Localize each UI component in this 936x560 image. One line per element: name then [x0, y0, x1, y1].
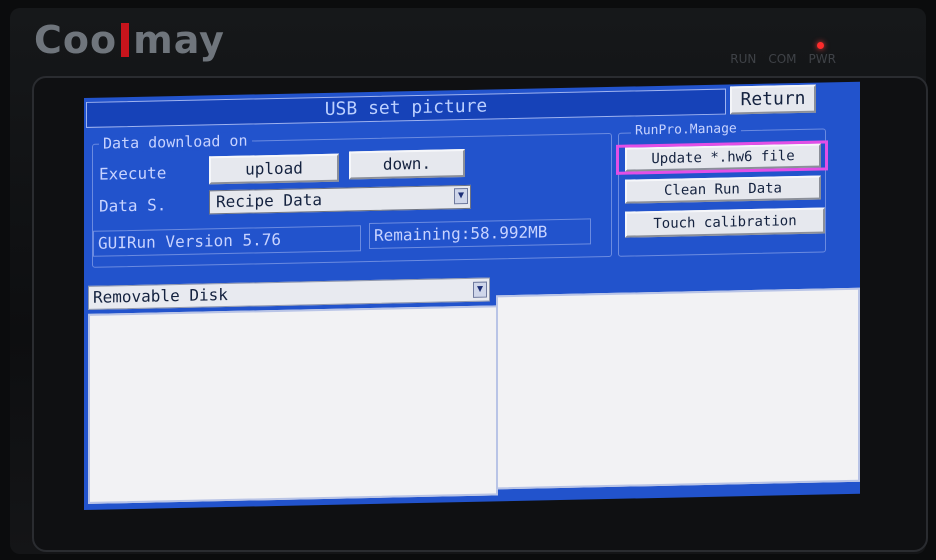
return-button[interactable]: Return	[730, 84, 816, 115]
pwr-led-icon	[816, 42, 824, 49]
hmi-screen: USB set picture Return Data download on …	[84, 81, 860, 510]
brand-right-text: may	[133, 18, 225, 62]
runpro-manage-group: RunPro.Manage Update *.hw6 file Clean Ru…	[618, 121, 826, 257]
led-pwr: PWR	[808, 42, 836, 66]
update-hw6-button[interactable]: Update *.hw6 file	[625, 143, 821, 172]
status-leds: RUN COM PWR	[730, 42, 836, 66]
data-download-group: Data download on Execute upload down. Da…	[92, 131, 612, 268]
led-run-label: RUN	[730, 52, 757, 66]
touch-calibration-button[interactable]: Touch calibration	[625, 207, 825, 238]
execute-label: Execute	[99, 163, 167, 184]
brand-logo: Coo may	[34, 18, 225, 62]
data-source-label: Data S.	[99, 195, 167, 216]
down-button[interactable]: down.	[349, 149, 465, 180]
clean-run-data-button[interactable]: Clean Run Data	[625, 175, 821, 204]
remaining-readout: Remaining:58.992MB	[369, 218, 591, 250]
led-com-label: COM	[768, 52, 797, 66]
data-download-title: Data download on	[99, 131, 252, 153]
data-source-select[interactable]: Recipe Data ▼	[209, 184, 471, 215]
chevron-down-icon: ▼	[454, 187, 468, 205]
data-source-value: Recipe Data	[216, 190, 322, 212]
right-file-pane[interactable]	[496, 287, 860, 490]
chevron-down-icon: ▼	[473, 281, 487, 298]
brand-red-bar	[121, 23, 130, 57]
disk-select-value: Removable Disk	[93, 284, 228, 307]
brand-left-text: Coo	[34, 18, 118, 62]
led-pwr-label: PWR	[808, 52, 836, 66]
upload-button[interactable]: upload	[209, 153, 339, 185]
runpro-manage-title: RunPro.Manage	[631, 121, 741, 139]
disk-select[interactable]: Removable Disk ▼	[88, 277, 490, 310]
version-readout: GUIRun Version 5.76	[93, 225, 361, 257]
left-file-pane[interactable]	[88, 305, 498, 504]
